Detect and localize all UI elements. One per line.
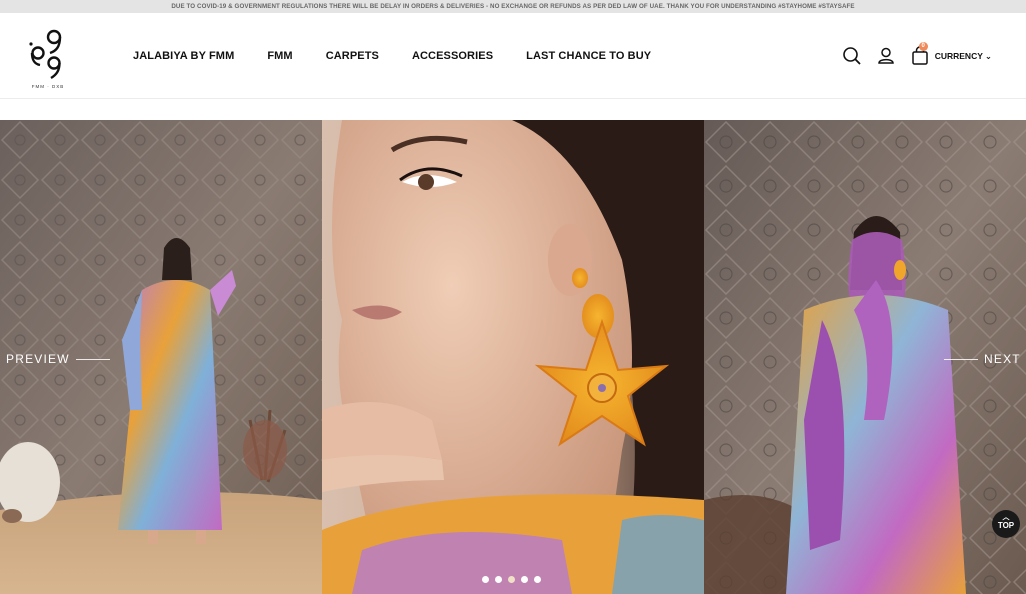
slider-dot-3[interactable]	[508, 576, 515, 583]
nav-item-carpets[interactable]: CARPETS	[326, 50, 379, 62]
hero-slider[interactable]: PREVIEW NEXT	[0, 120, 1026, 594]
logo-mark-icon	[29, 29, 62, 80]
user-icon[interactable]	[875, 45, 897, 67]
search-icon[interactable]	[841, 45, 863, 67]
currency-label: CURRENCY	[934, 51, 983, 61]
next-line	[944, 358, 978, 360]
slider-prev-button[interactable]: PREVIEW	[6, 352, 110, 366]
back-to-top-label: TOP	[997, 521, 1015, 530]
announcement-bar: DUE TO COVID-19 & GOVERNMENT REGULATIONS…	[0, 0, 1026, 13]
slider-dot-2[interactable]	[495, 576, 502, 583]
slider-dots	[482, 576, 541, 583]
prev-line	[75, 358, 110, 360]
slider-dot-5[interactable]	[534, 576, 541, 583]
logo-tagline: FMM · DXB	[31, 84, 65, 89]
header-actions: 0 CURRENCY ⌄	[829, 13, 992, 99]
cart-count-badge: 0	[918, 42, 928, 51]
slider-next-button[interactable]: NEXT	[944, 352, 1021, 366]
site-header: FMM · DXB JALABIYA BY FMM FMM CARPETS AC…	[0, 13, 1026, 99]
prev-label: PREVIEW	[6, 352, 70, 366]
main-nav: JALABIYA BY FMM FMM CARPETS ACCESSORIES …	[133, 13, 684, 99]
currency-selector[interactable]: CURRENCY ⌄	[935, 51, 992, 62]
nav-item-fmm[interactable]: FMM	[267, 50, 292, 62]
back-to-top-button[interactable]: ︿ TOP	[992, 510, 1020, 538]
announcement-text: DUE TO COVID-19 & GOVERNMENT REGULATIONS…	[171, 3, 855, 10]
slider-dot-4[interactable]	[521, 576, 528, 583]
shopping-bag-icon[interactable]: 0	[909, 42, 931, 67]
nav-item-last-chance[interactable]: LAST CHANCE TO BUY	[526, 50, 651, 62]
slider-dot-1[interactable]	[482, 576, 489, 583]
chevron-down-icon: ⌄	[984, 50, 992, 61]
nav-item-jalabiya[interactable]: JALABIYA BY FMM	[133, 50, 234, 62]
nav-item-accessories[interactable]: ACCESSORIES	[412, 50, 493, 62]
slide-image-center	[322, 120, 704, 594]
next-label: NEXT	[984, 352, 1021, 366]
brand-logo[interactable]: FMM · DXB	[22, 27, 74, 93]
